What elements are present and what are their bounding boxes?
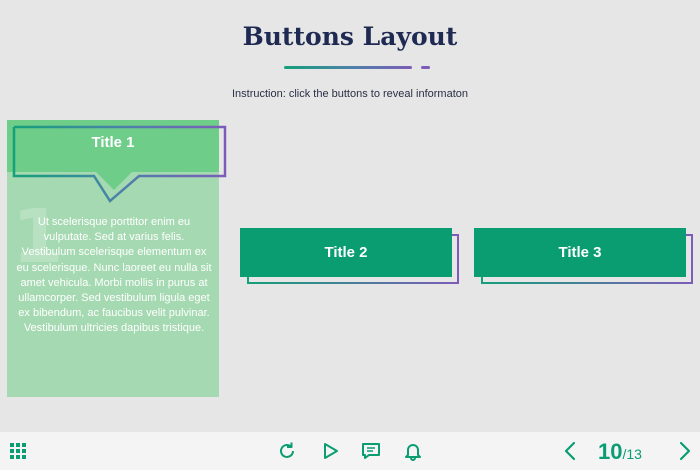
title-3-button[interactable]: Title 3 (474, 228, 686, 277)
instruction-text: Instruction: click the buttons to reveal… (231, 88, 468, 100)
replay-icon[interactable] (277, 441, 297, 461)
bell-icon[interactable] (403, 441, 423, 461)
slide-stage: Buttons Layout Instruction: click the bu… (0, 0, 700, 432)
title-underline (284, 66, 412, 69)
page-counter: 10/13 (598, 439, 642, 465)
card-3: Title 3 (474, 228, 696, 290)
page-total: /13 (622, 446, 642, 462)
card-1-body-text: Ut scelerisque porttitor enim eu vulputa… (16, 216, 212, 335)
grid-icon[interactable] (9, 441, 29, 461)
card-1-header-notch (96, 172, 132, 190)
chevron-right-icon[interactable] (674, 441, 694, 461)
play-icon[interactable] (321, 441, 341, 461)
page-current: 10 (598, 439, 623, 464)
card-2: Title 2 (240, 228, 462, 290)
page-title: Buttons Layout (242, 22, 458, 51)
chevron-left-icon[interactable] (561, 441, 581, 461)
card-1-title[interactable]: Title 1 (7, 134, 219, 151)
title-2-button[interactable]: Title 2 (240, 228, 452, 277)
title-underline-dash (421, 66, 430, 69)
player-toolbar (0, 432, 700, 470)
chat-icon[interactable] (361, 441, 381, 461)
